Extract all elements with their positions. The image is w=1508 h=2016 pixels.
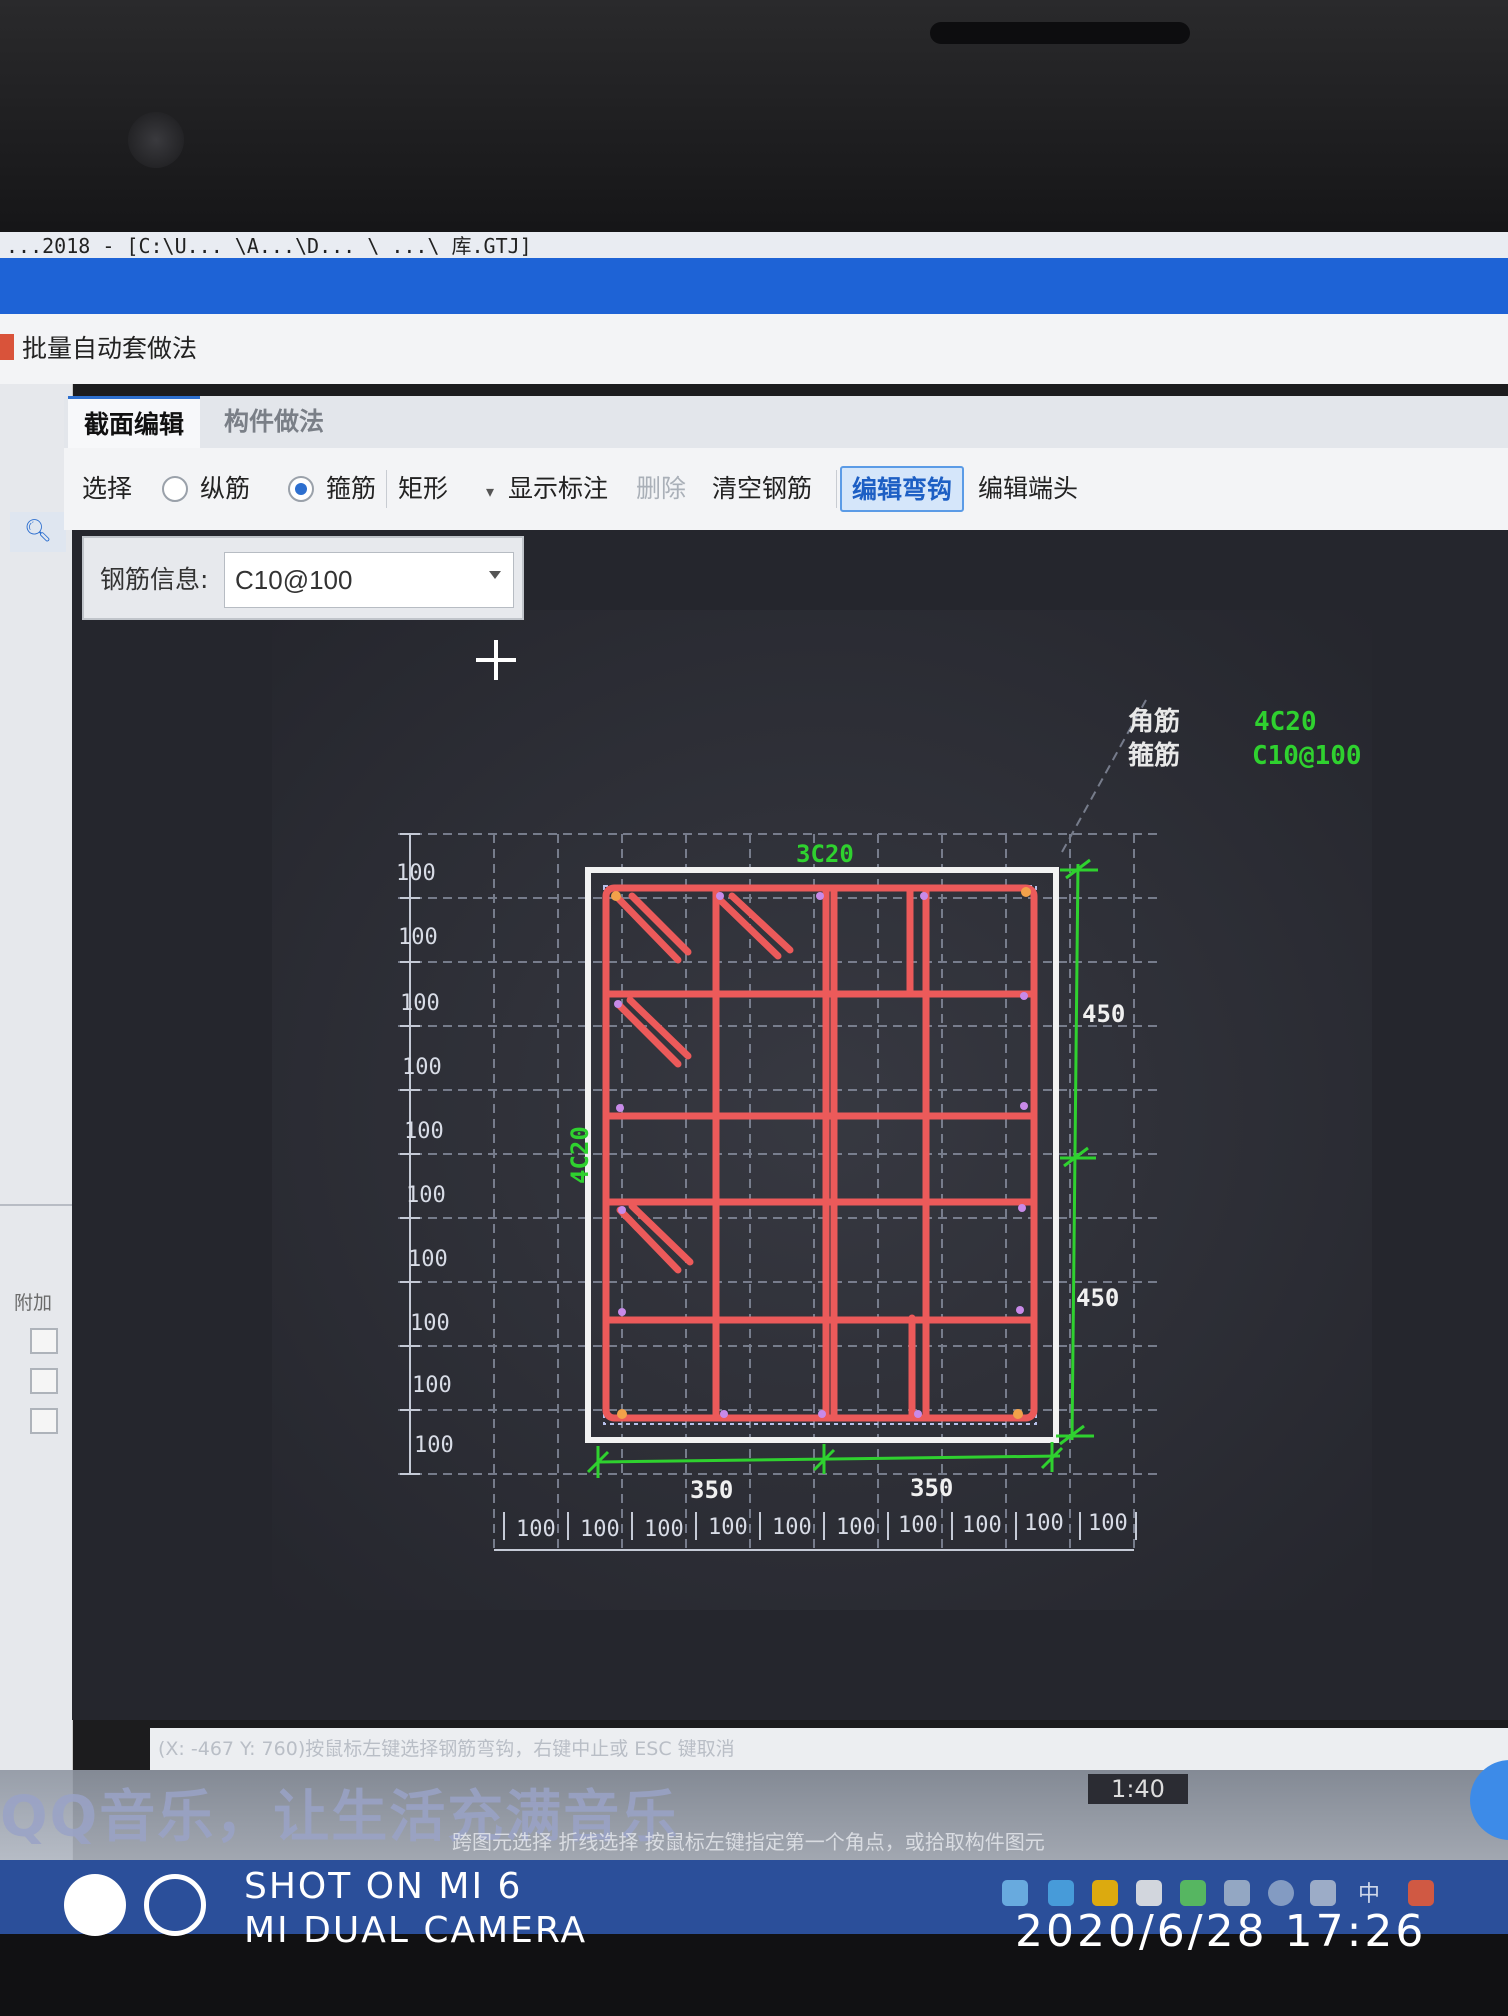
network-icon[interactable] — [1268, 1880, 1294, 1906]
corner-bar-label: 角筋 — [1128, 706, 1180, 737]
side-bar — [616, 1104, 624, 1112]
battery-icon[interactable] — [1224, 1880, 1250, 1906]
side-bar — [720, 1410, 728, 1418]
stirrup-legend-value: C10@100 — [1252, 741, 1362, 771]
grid-label: 100 — [516, 1517, 556, 1542]
right-dim-bottom: 450 — [1076, 1284, 1119, 1312]
secondary-hint: 跨图元选择 折线选择 按鼠标左键指定第一个角点，或拾取构件图元 — [452, 1830, 1045, 1854]
side-bar — [914, 1410, 922, 1418]
grid-label: 100 — [406, 1183, 446, 1208]
status-hint: (X: -467 Y: 760)按鼠标左键选择钢筋弯钩，右键中止或 ESC 键取… — [158, 1738, 735, 1760]
grid-label: 100 — [412, 1373, 452, 1398]
side-bar — [716, 892, 724, 900]
notification-icon[interactable] — [1408, 1880, 1434, 1906]
dimension-labels: 450 450 350 350 3C20 4C20 — [566, 840, 1125, 1504]
watermark-datetime: 2020/6/28 17:26 — [1015, 1906, 1427, 1957]
top-rebar-label: 3C20 — [796, 840, 854, 868]
grid-label: 100 — [708, 1515, 748, 1540]
side-bar — [618, 1206, 626, 1214]
side-bar — [1020, 1102, 1028, 1110]
rebar-legend: 角筋 箍筋 4C20 C10@100 — [1128, 706, 1362, 771]
watermark-line2: MI DUAL CAMERA — [244, 1910, 588, 1951]
grid-label: 100 — [962, 1513, 1002, 1538]
side-bar — [818, 1410, 826, 1418]
grid-label: 100 — [408, 1247, 448, 1272]
wechat-icon[interactable] — [1180, 1880, 1206, 1906]
corner-bar-value: 4C20 — [1254, 707, 1317, 737]
side-rebar-label: 4C20 — [566, 1126, 594, 1184]
grid-label: 100 — [402, 1055, 442, 1080]
volume-icon[interactable] — [1310, 1880, 1336, 1906]
zoom-label: 1:40 — [1088, 1774, 1188, 1804]
side-bar — [1020, 992, 1028, 1000]
corner-bar — [1013, 1409, 1023, 1419]
grid-label: 100 — [410, 1311, 450, 1336]
grid-label: 100 — [1024, 1511, 1064, 1536]
corner-bar — [1021, 887, 1031, 897]
grid-label: 100 — [404, 1119, 444, 1144]
grid-label: 100 — [414, 1433, 454, 1458]
grid-label: 100 — [836, 1515, 876, 1540]
section-drawing: 100 100 100 100 100 100 100 100 100 100 … — [396, 699, 1362, 1551]
grid-label: 100 — [398, 925, 438, 950]
left-grid-labels: 100 100 100 100 100 100 100 100 100 100 — [396, 861, 454, 1458]
grid-label: 100 — [396, 861, 436, 886]
watermark-line1: SHOT ON MI 6 — [244, 1866, 523, 1907]
bottom-grid-labels: 100 100 100 100 100 100 100 100 100 100 — [516, 1511, 1128, 1542]
side-bar — [920, 892, 928, 900]
grid-label: 100 — [580, 1517, 620, 1542]
security-icon[interactable] — [1048, 1880, 1074, 1906]
side-bar — [618, 1308, 626, 1316]
side-bar — [1018, 1204, 1026, 1212]
app-tray-icon[interactable] — [1092, 1880, 1118, 1906]
grid-label: 100 — [644, 1517, 684, 1542]
corner-bar — [611, 891, 621, 901]
ime-indicator[interactable]: 中 — [1358, 1876, 1380, 1908]
defender-icon[interactable] — [1136, 1880, 1162, 1906]
bottom-dim-left: 350 — [690, 1476, 733, 1504]
corner-bar — [617, 1409, 627, 1419]
shield-icon[interactable] — [1002, 1880, 1028, 1906]
watermark-dot-ring — [144, 1874, 206, 1936]
side-bar — [614, 1000, 622, 1008]
right-dim-top: 450 — [1082, 1000, 1125, 1028]
grid-label: 100 — [1088, 1511, 1128, 1536]
status-bar: (X: -467 Y: 760)按鼠标左键选择钢筋弯钩，右键中止或 ESC 键取… — [150, 1728, 1508, 1770]
watermark-dot-filled — [64, 1874, 126, 1936]
grid-lines — [398, 699, 1160, 1551]
dimension-lines — [586, 858, 1098, 1478]
side-bar — [1016, 1306, 1024, 1314]
stirrup-legend-label: 箍筋 — [1128, 740, 1180, 771]
bottom-dim-right: 350 — [910, 1474, 953, 1502]
grid-label: 100 — [898, 1513, 938, 1538]
grid-label: 100 — [400, 991, 440, 1016]
grid-label: 100 — [772, 1515, 812, 1540]
side-bar — [816, 892, 824, 900]
